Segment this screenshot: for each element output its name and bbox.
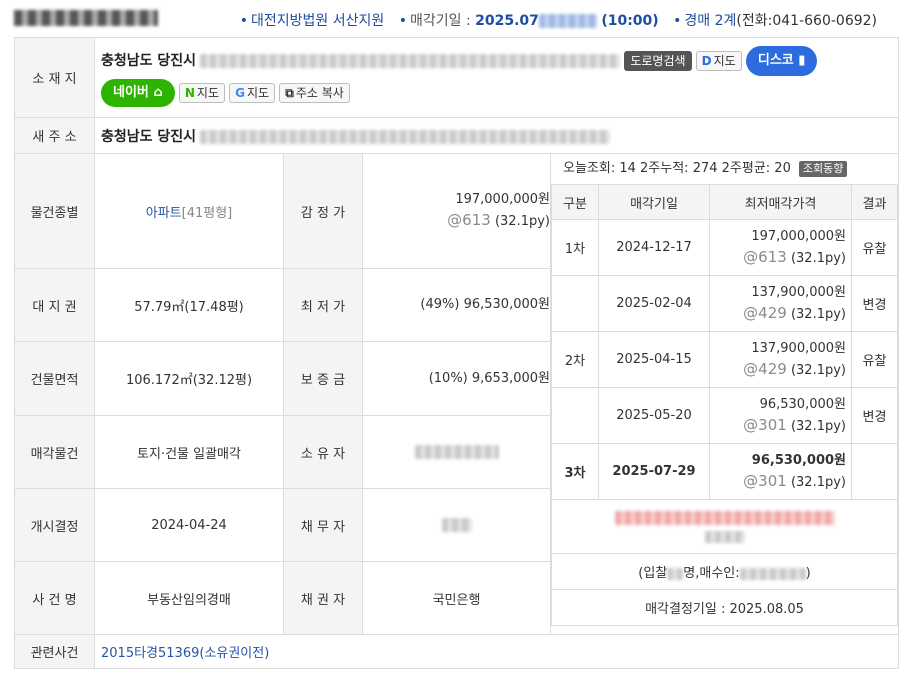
sale-time: (10:00) bbox=[601, 13, 659, 29]
start-decision-label: 개시결정 bbox=[14, 488, 95, 562]
naver-button[interactable]: 네이버 ⌂ bbox=[101, 79, 175, 107]
google-logo-icon: G bbox=[235, 86, 246, 100]
land-right-value: 57.79㎡(17.48평) bbox=[94, 268, 284, 342]
header: • 대전지방법원 서산지원 • 매각기일 : 2025.07 (10:00) • 경매… bbox=[0, 0, 907, 38]
property-type-link[interactable]: 아파트 bbox=[146, 206, 182, 221]
copy-address-button[interactable]: ⧉ 주소 복사 bbox=[279, 83, 350, 103]
google-map-button[interactable]: G 지도 bbox=[229, 83, 276, 103]
land-right-label: 대 지 권 bbox=[14, 268, 95, 342]
bidders-info: (입찰 명,매수인:) bbox=[550, 553, 899, 590]
table-row: 2025-05-20 96,530,000원 @301 (32.1py) 변경 bbox=[551, 387, 899, 444]
building-area-label: 건물면적 bbox=[14, 341, 95, 416]
table-row: 3차 2025-07-29 96,530,000원 @301 (32.1py) bbox=[551, 443, 899, 500]
deposit-value: (10%) 9,653,000원 bbox=[362, 341, 551, 416]
location-address: 충청남도 당진시 bbox=[101, 52, 197, 69]
sale-item-value: 토지·건물 일괄매각 bbox=[94, 415, 284, 489]
new-address: 충청남도 당진시 bbox=[101, 128, 197, 145]
sale-date-redacted bbox=[538, 14, 597, 28]
dept-phone: (전화:041-660-0692) bbox=[736, 13, 877, 29]
appraisal-value: 197,000,000원 @613 (32.1py) bbox=[362, 153, 551, 269]
road-search-button[interactable]: 도로명검색 bbox=[624, 51, 692, 71]
history-header-date: 매각기일 bbox=[598, 184, 710, 220]
history-header-price: 최저매각가격 bbox=[709, 184, 852, 220]
bar-chart-icon: ▮ bbox=[798, 53, 806, 68]
location-address-redacted bbox=[200, 54, 621, 68]
creditor-label: 채 권 자 bbox=[283, 561, 363, 635]
case-name-value: 부동산임의경매 bbox=[94, 561, 284, 635]
table-row: 2차 2025-04-15 137,900,000원 @429 (32.1py) … bbox=[551, 331, 899, 388]
case-name-label: 사 건 명 bbox=[14, 561, 95, 635]
creditor-value: 국민은행 bbox=[362, 561, 551, 635]
min-price-label: 최 저 가 bbox=[283, 268, 363, 342]
row-type-value: 아파트[41평형] bbox=[94, 153, 284, 269]
location-label: 소 재 지 bbox=[14, 37, 95, 118]
owner-value bbox=[362, 415, 551, 489]
new-address-redacted bbox=[200, 130, 611, 144]
history-panel: 오늘조회: 14 2주누적: 274 2주평균: 20 조회동향 구분 매각기일 … bbox=[549, 153, 900, 635]
sale-history-table: 구분 매각기일 최저매각가격 결과 1차 2024-12-17 197,000,… bbox=[550, 184, 899, 626]
debtor-value bbox=[362, 488, 551, 562]
new-address-label: 새 주 소 bbox=[14, 117, 95, 154]
property-table: 소 재 지 충청남도 당진시 도로명검색 D 지도 디스코 ▮ 네이버 ⌂ N 지도… bbox=[14, 37, 900, 669]
table-row: 2025-02-04 137,900,000원 @429 (32.1py) 변경 bbox=[551, 275, 899, 332]
copy-icon: ⧉ bbox=[285, 86, 294, 100]
building-area-value: 106.172㎡(32.12평) bbox=[94, 341, 284, 416]
view-stats: 오늘조회: 14 2주누적: 274 2주평균: 20 조회동향 bbox=[551, 154, 898, 184]
owner-label: 소 유 자 bbox=[283, 415, 363, 489]
header-info: • 대전지방법원 서산지원 • 매각기일 : 2025.07 (10:00) • 경매… bbox=[239, 13, 877, 29]
house-icon: ⌂ bbox=[153, 85, 163, 100]
related-case-link[interactable]: 2015타경51369(소유권이전) bbox=[101, 646, 269, 661]
d-map-button[interactable]: D 지도 bbox=[695, 51, 742, 71]
history-header-round: 구분 bbox=[551, 184, 599, 220]
history-header-result: 결과 bbox=[850, 184, 899, 220]
view-trend-button[interactable]: 조회동향 bbox=[798, 160, 848, 177]
min-price-value: (49%) 96,530,000원 bbox=[362, 268, 551, 342]
deposit-label: 보 증 금 bbox=[283, 341, 363, 416]
start-decision-value: 2024-04-24 bbox=[94, 488, 284, 562]
sale-item-label: 매각물건 bbox=[14, 415, 95, 489]
naver-logo-icon: N bbox=[184, 86, 195, 100]
related-case-label: 관련사건 bbox=[14, 634, 95, 669]
table-row: 1차 2024-12-17 197,000,000원 @613 (32.1py) … bbox=[551, 219, 899, 276]
disco-button[interactable]: 디스코 ▮ bbox=[745, 46, 818, 76]
sale-date: 2025.07 bbox=[475, 13, 539, 29]
sale-result-redacted bbox=[550, 499, 899, 554]
sale-date-label: 매각기일 : bbox=[409, 13, 471, 29]
naver-map-button[interactable]: N 지도 bbox=[178, 83, 226, 103]
d-logo-icon: D bbox=[701, 54, 712, 68]
row-type-label: 물건종별 bbox=[14, 153, 95, 269]
case-number-redacted bbox=[14, 10, 158, 26]
appraisal-label: 감 정 가 bbox=[283, 153, 363, 269]
dept-name: 경매 2계 bbox=[684, 13, 737, 29]
court-name[interactable]: 대전지방법원 서산지원 bbox=[251, 13, 384, 29]
debtor-label: 채 무 자 bbox=[283, 488, 363, 562]
decision-date: 매각결정기일 : 2025.08.05 bbox=[550, 589, 899, 626]
